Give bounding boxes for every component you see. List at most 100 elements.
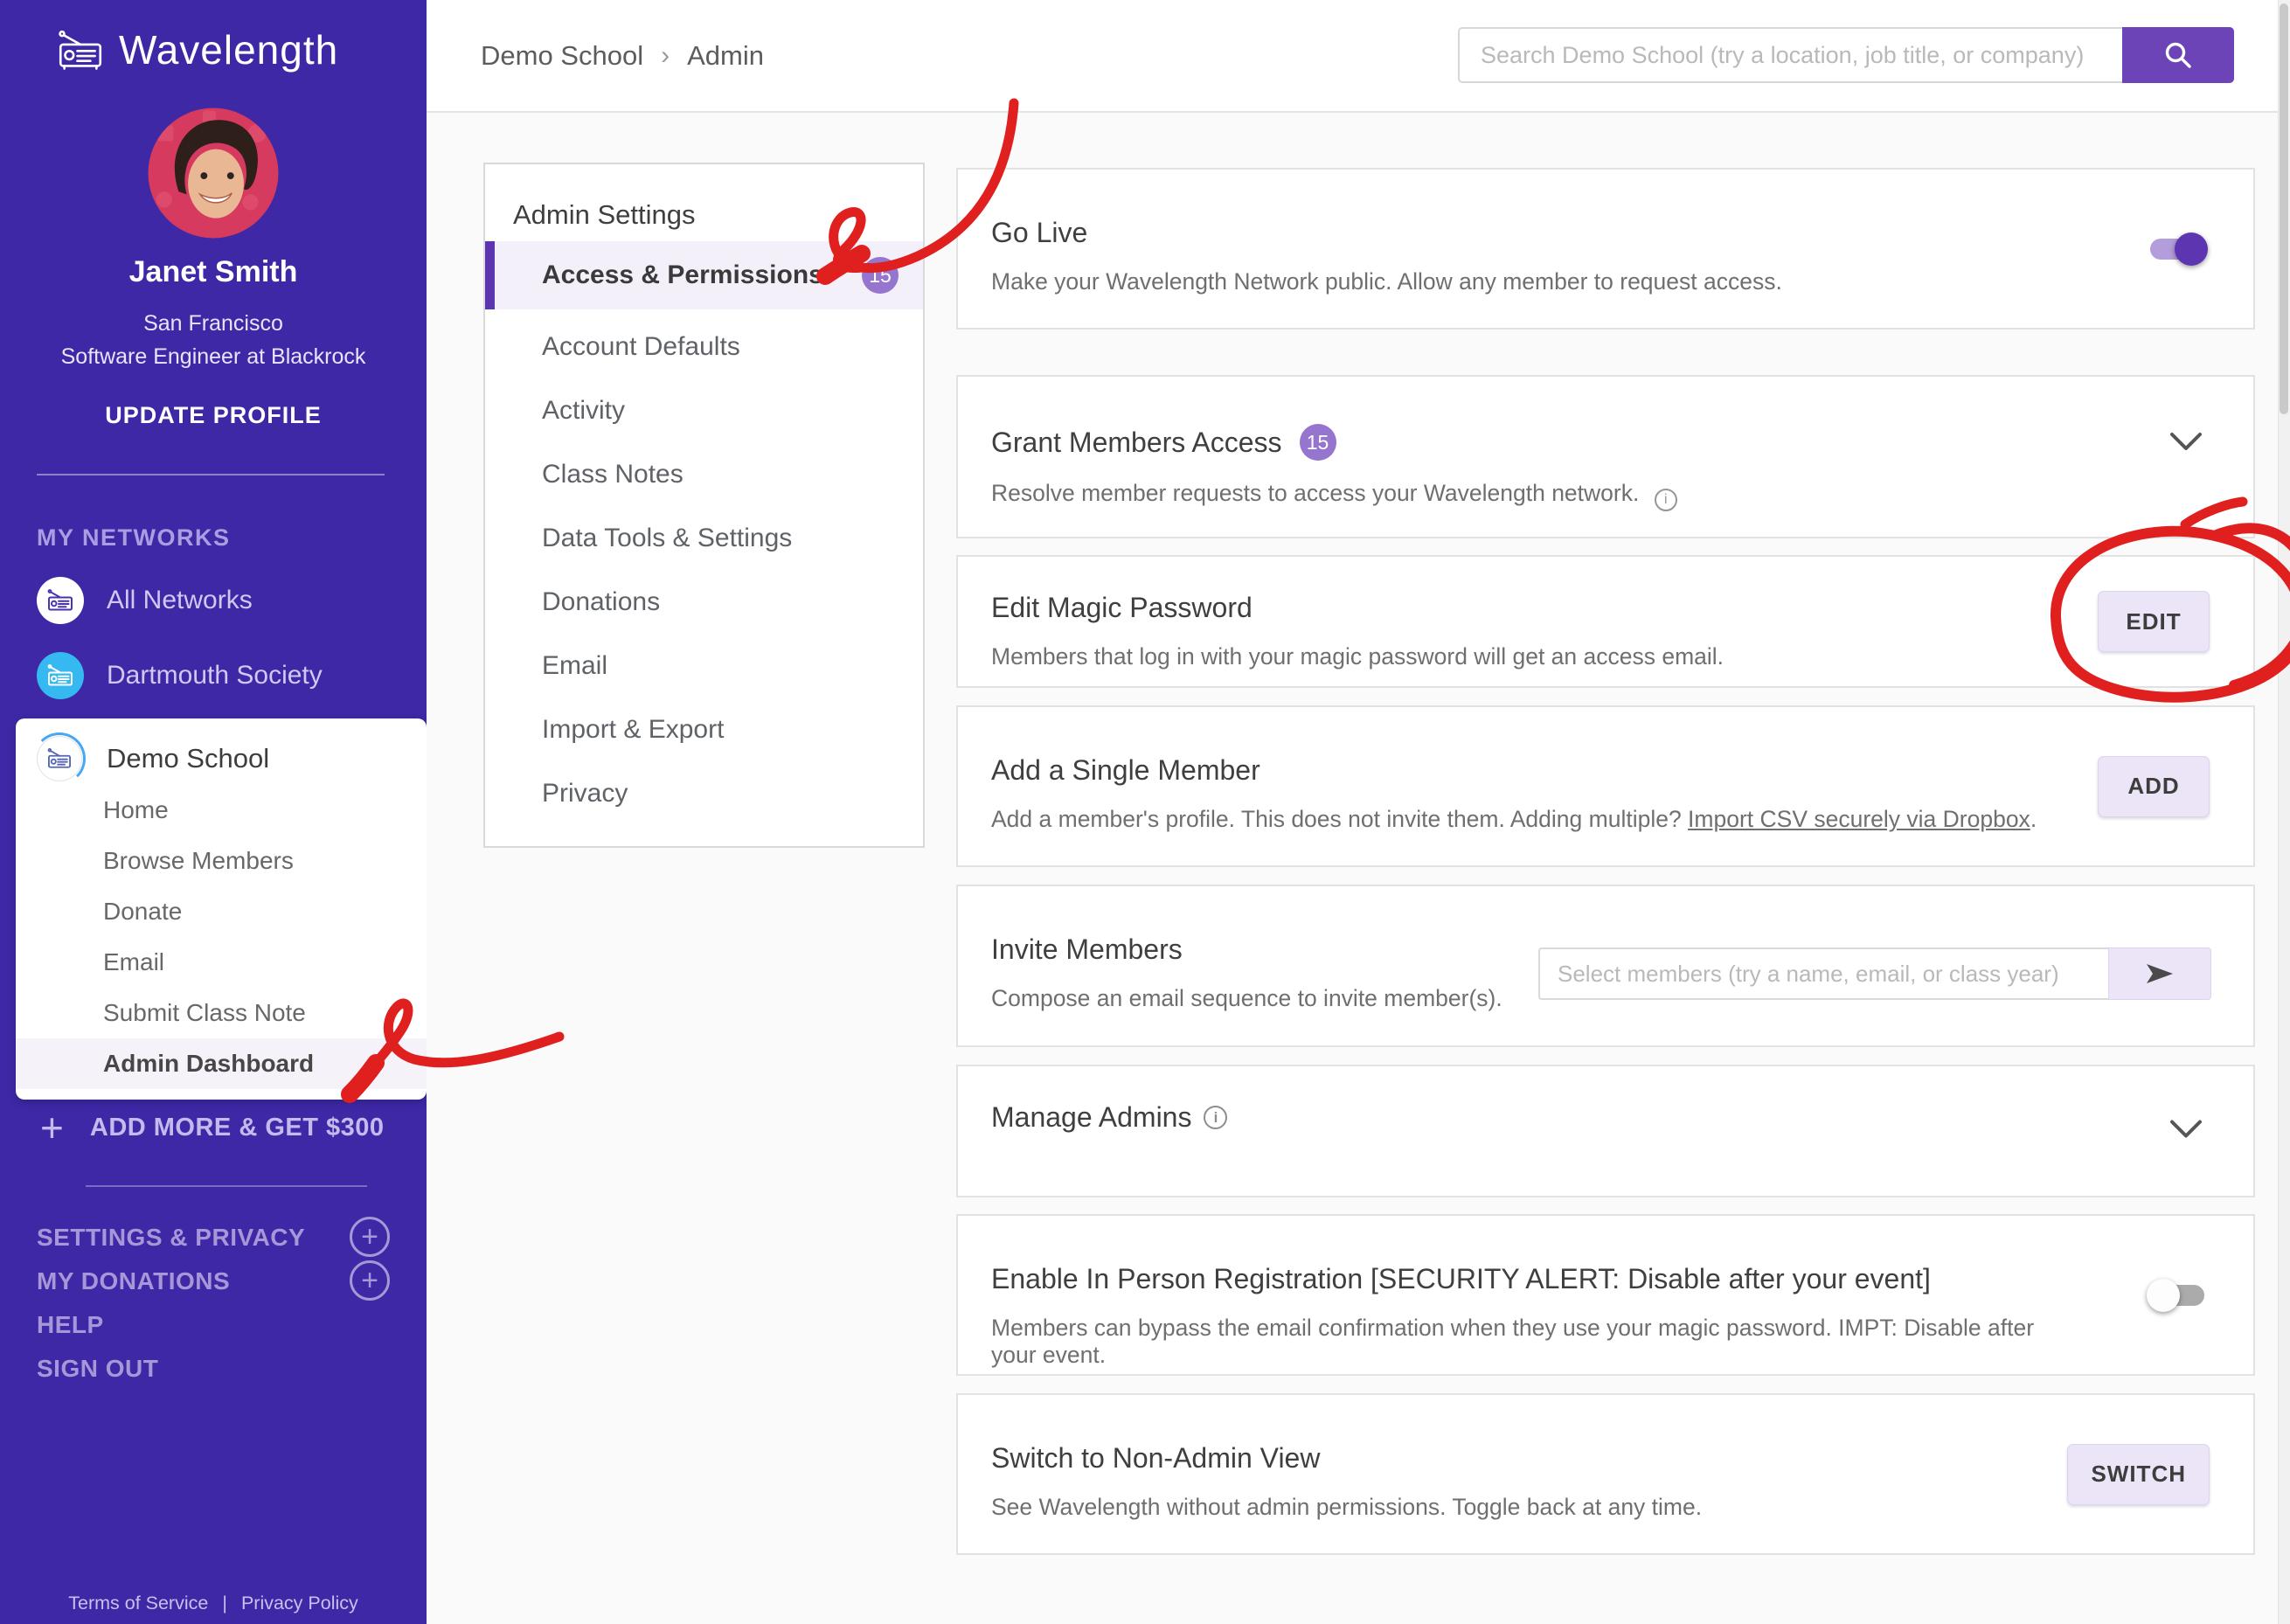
chevron-down-icon[interactable] — [2169, 1119, 2203, 1144]
card-go-live: Go Live Make your Wavelength Network pub… — [956, 168, 2255, 330]
sidebar-item-sign-out[interactable]: SIGN OUT — [37, 1350, 158, 1388]
breadcrumb: Demo School › Admin — [481, 0, 764, 111]
card-invite-members: Invite Members Compose an email sequence… — [956, 885, 2255, 1047]
search-icon — [2165, 42, 2191, 68]
admin-settings-title: Admin Settings — [513, 199, 696, 230]
sidebar-item-settings-privacy[interactable]: SETTINGS & PRIVACY — [37, 1218, 305, 1257]
main-content: Admin Settings Access & Permissions 15 A… — [427, 115, 2290, 1624]
logo-text: Wavelength — [119, 27, 339, 73]
radio-icon — [37, 577, 84, 624]
card-title: Manage Admins i — [991, 1101, 2044, 1134]
expand-donations-icon[interactable]: + — [350, 1260, 390, 1301]
card-title: Go Live — [991, 217, 1088, 248]
menu-item-import-export[interactable]: Import & Export — [485, 697, 923, 761]
avatar[interactable] — [147, 107, 280, 239]
send-invite-button[interactable] — [2108, 947, 2211, 1000]
edit-button[interactable]: EDIT — [2098, 591, 2210, 652]
sidebar-item-home[interactable]: Home — [16, 785, 427, 836]
update-profile-button[interactable]: UPDATE PROFILE — [0, 402, 427, 429]
pending-count-badge: 15 — [862, 257, 899, 294]
add-more-label: ADD MORE & GET $300 — [89, 1113, 385, 1142]
breadcrumb-admin[interactable]: Admin — [687, 40, 764, 72]
add-button[interactable]: ADD — [2098, 755, 2210, 817]
card-title: Switch to Non-Admin View — [991, 1442, 1321, 1474]
sidebar-item-demo-school[interactable]: Demo School — [33, 731, 269, 787]
card-title: Edit Magic Password — [991, 592, 1253, 623]
chevron-down-icon[interactable] — [2169, 431, 2203, 456]
go-live-toggle[interactable] — [2150, 232, 2208, 266]
info-icon[interactable]: i — [1204, 1106, 1228, 1129]
sidebar-item-dartmouth-society[interactable]: Dartmouth Society — [37, 652, 323, 699]
menu-item-data-tools[interactable]: Data Tools & Settings — [485, 506, 923, 570]
add-more-button[interactable]: + ADD MORE & GET $300 — [40, 1105, 385, 1150]
sidebar-item-submit-class-note[interactable]: Submit Class Note — [16, 988, 427, 1038]
card-subtitle: Make your Wavelength Network public. All… — [991, 268, 1782, 295]
privacy-link[interactable]: Privacy Policy — [241, 1593, 358, 1614]
info-icon[interactable]: i — [1654, 489, 1677, 511]
in-person-registration-toggle[interactable] — [2147, 1278, 2204, 1312]
switch-button[interactable]: SWITCH — [2067, 1443, 2210, 1505]
menu-item-email[interactable]: Email — [485, 634, 923, 697]
sidebar-item-donate[interactable]: Donate — [16, 886, 427, 937]
profile-location: San Francisco — [143, 311, 283, 336]
active-indicator-bar — [485, 241, 495, 309]
network-label: Dartmouth Society — [107, 661, 323, 690]
menu-item-donations[interactable]: Donations — [485, 570, 923, 634]
my-networks-label: MY NETWORKS — [37, 524, 231, 551]
menu-item-activity[interactable]: Activity — [485, 378, 923, 442]
toggle-knob — [2175, 232, 2208, 266]
toggle-knob — [2147, 1278, 2180, 1312]
search-input[interactable] — [1458, 27, 2122, 83]
card-title: Add a Single Member — [991, 754, 1260, 786]
terms-link[interactable]: Terms of Service — [68, 1593, 208, 1614]
send-icon — [2147, 964, 2173, 983]
card-title: Grant Members Access 15 — [991, 424, 2044, 461]
sidebar-item-help[interactable]: HELP — [37, 1306, 104, 1344]
sidebar-item-all-networks[interactable]: All Networks — [37, 577, 253, 624]
sidebar-item-admin-dashboard[interactable]: Admin Dashboard — [16, 1038, 427, 1089]
sidebar-item-browse-members[interactable]: Browse Members — [16, 836, 427, 886]
wavelength-logo[interactable]: Wavelength — [56, 26, 338, 73]
scrollbar-track — [2278, 0, 2290, 1624]
menu-item-class-notes[interactable]: Class Notes — [485, 442, 923, 506]
card-title: Enable In Person Registration [SECURITY … — [991, 1263, 1931, 1294]
card-add-single-member: Add a Single Member Add a member's profi… — [956, 705, 2255, 867]
card-manage-admins: Manage Admins i — [956, 1065, 2255, 1197]
plus-icon: + — [40, 1105, 64, 1150]
card-subtitle-text: Resolve member requests to access your W… — [991, 480, 1640, 506]
topbar: Demo School › Admin — [427, 0, 2290, 113]
sidebar: Wavelength Janet Smith San Francisco Sof… — [0, 0, 427, 1624]
card-subtitle: Members that log in with your magic pass… — [991, 643, 1724, 670]
profile-role: Software Engineer at Blackrock — [60, 344, 366, 369]
card-subtitle: Members can bypass the email confirmatio… — [991, 1315, 2035, 1368]
import-csv-link[interactable]: Import CSV securely via Dropbox — [1688, 806, 2030, 832]
select-members-input[interactable] — [1538, 947, 2108, 1000]
card-subtitle: See Wavelength without admin permissions… — [991, 1494, 1703, 1520]
admin-dashboard-page: Wavelength Janet Smith San Francisco Sof… — [0, 0, 2290, 1624]
demo-school-label: Demo School — [107, 743, 270, 774]
search-bar — [1458, 27, 2234, 83]
breadcrumb-demo-school[interactable]: Demo School — [481, 40, 643, 72]
menu-item-account-defaults[interactable]: Account Defaults — [485, 315, 923, 378]
sidebar-divider — [37, 474, 385, 475]
card-subtitle-text: Add a member's profile. This does not in… — [991, 806, 1689, 832]
scrollbar-thumb[interactable] — [2280, 3, 2288, 414]
search-button[interactable] — [2122, 27, 2234, 83]
expand-settings-icon[interactable]: + — [350, 1217, 390, 1257]
card-grant-members-access: Grant Members Access 15 Resolve member r… — [956, 375, 2255, 538]
menu-item-access-permissions[interactable]: Access & Permissions 15 — [485, 241, 923, 309]
sidebar-item-email[interactable]: Email — [16, 937, 427, 988]
invite-controls — [1538, 947, 2211, 1000]
menu-item-privacy[interactable]: Privacy — [485, 761, 923, 825]
sidebar-item-my-donations[interactable]: MY DONATIONS — [37, 1262, 230, 1301]
pending-count-badge: 15 — [1299, 424, 1336, 461]
card-edit-magic-password: Edit Magic Password Members that log in … — [956, 555, 2255, 688]
legal-separator: | — [222, 1593, 227, 1614]
card-in-person-registration: Enable In Person Registration [SECURITY … — [956, 1214, 2255, 1376]
sidebar-divider — [86, 1185, 367, 1187]
legal-links: Terms of Service | Privacy Policy — [0, 1593, 427, 1614]
admin-settings-items: Account Defaults Activity Class Notes Da… — [485, 315, 923, 825]
demo-school-panel: Demo School Home Browse Members Donate E… — [16, 718, 427, 1100]
chevron-right-icon: › — [661, 40, 670, 70]
radio-icon — [37, 652, 84, 699]
